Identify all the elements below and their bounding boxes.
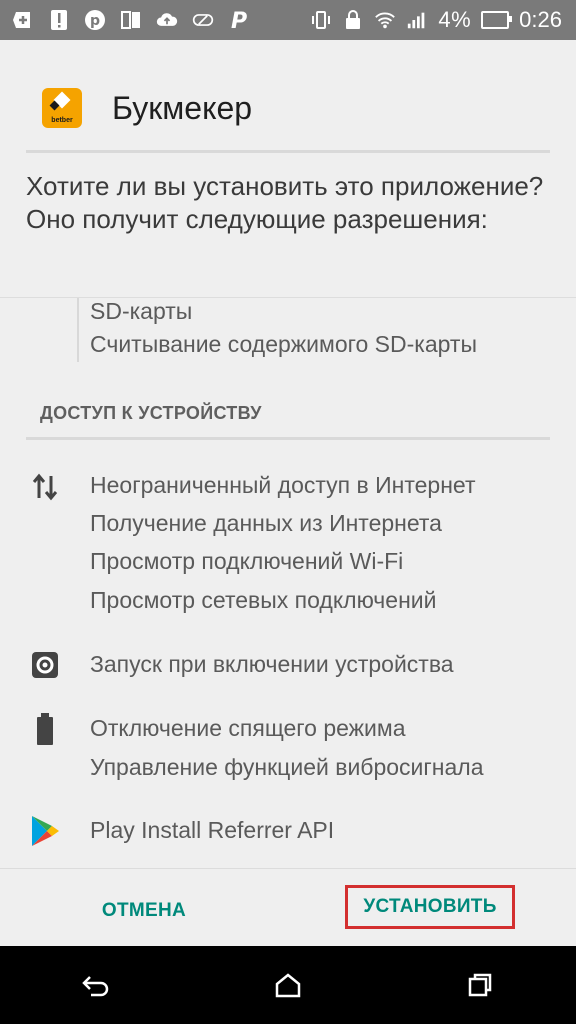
permission-item: Управление функцией вибросигнала bbox=[90, 754, 484, 780]
lock-icon bbox=[342, 9, 364, 31]
button-bar-divider bbox=[0, 868, 576, 869]
alert-icon bbox=[48, 9, 70, 31]
install-question: Хотите ли вы установить это приложение? … bbox=[26, 171, 544, 234]
battery-icon bbox=[28, 712, 62, 746]
book-icon bbox=[120, 9, 142, 31]
navigation-bar bbox=[0, 946, 576, 1024]
permission-item: Отключение спящего режима bbox=[90, 715, 406, 741]
svg-text:p: p bbox=[90, 13, 100, 29]
recents-icon[interactable] bbox=[450, 955, 510, 1015]
clock: 0:26 bbox=[519, 7, 562, 32]
group-indicator bbox=[77, 298, 79, 362]
permission-item: Запуск при включении устройства bbox=[90, 651, 454, 677]
app-icon: betber bbox=[42, 88, 82, 128]
permission-item: Просмотр сетевых подключений bbox=[90, 587, 437, 613]
cancel-button[interactable]: ОТМЕНА bbox=[84, 893, 204, 929]
notification-icons: p P bbox=[0, 9, 250, 31]
section-title: ДОСТУП К УСТРОЙСТВУ bbox=[40, 403, 262, 423]
dialog-header: betber Букмекер bbox=[26, 66, 550, 153]
add-icon bbox=[12, 9, 34, 31]
status-bar: p P 4% 0:26 bbox=[0, 0, 576, 40]
divider bbox=[0, 297, 576, 298]
app-name: Букмекер bbox=[112, 89, 253, 126]
battery-icon bbox=[481, 11, 513, 29]
cloud-upload-icon bbox=[156, 9, 178, 31]
home-icon[interactable] bbox=[258, 955, 318, 1015]
system-indicators: 4% 0:26 bbox=[310, 7, 576, 33]
permission-item: Play Install Referrer API bbox=[90, 817, 335, 843]
wifi-icon bbox=[374, 9, 396, 31]
link-icon bbox=[192, 9, 214, 31]
pinterest-icon: p bbox=[84, 9, 106, 31]
app-icon-brand: betber bbox=[51, 117, 73, 124]
vibrate-icon bbox=[310, 9, 332, 31]
back-icon[interactable] bbox=[66, 955, 126, 1015]
permission-item: Неограниченный доступ в Интернет bbox=[90, 472, 476, 498]
install-button[interactable]: УСТАНОВИТЬ bbox=[345, 885, 515, 929]
section-divider bbox=[26, 437, 550, 440]
permission-item: Просмотр подключений Wi-Fi bbox=[90, 548, 404, 574]
play-store-icon bbox=[28, 814, 62, 848]
network-transfer-icon bbox=[28, 470, 62, 504]
gear-icon bbox=[28, 648, 62, 682]
battery-percent: 4% bbox=[438, 7, 472, 32]
svg-text:P: P bbox=[231, 9, 247, 31]
permission-item: SD-карты bbox=[90, 298, 193, 324]
permission-item: Считывание содержимого SD-карты bbox=[90, 331, 478, 357]
signal-icon bbox=[406, 9, 428, 31]
permission-item: Получение данных из Интернета bbox=[90, 510, 442, 536]
p-icon: P bbox=[228, 9, 250, 31]
